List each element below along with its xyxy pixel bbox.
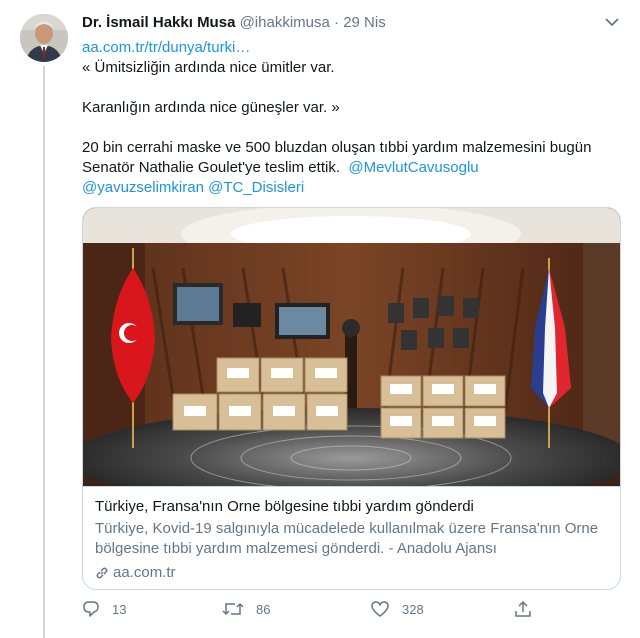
card-domain: aa.com.tr [113, 564, 176, 581]
link-card[interactable]: Türkiye, Fransa'nın Orne bölgesine tıbbi… [82, 207, 621, 590]
author-handle[interactable]: @ihakkimusa [240, 14, 330, 31]
like-icon [371, 601, 389, 617]
tweet-date[interactable]: 29 Nis [343, 14, 386, 31]
card-title: Türkiye, Fransa'nın Orne bölgesine tıbbi… [95, 498, 474, 515]
retweet-button[interactable]: 86 [222, 600, 270, 618]
like-count: 328 [402, 601, 424, 617]
share-button[interactable] [514, 600, 544, 618]
reply-count: 13 [112, 601, 127, 617]
mention-yavuzselimkiran[interactable]: @yavuzselimkiran [82, 179, 204, 196]
mention-tc-disisleri[interactable]: @TC_Disisleri [208, 179, 304, 196]
tweet-line-2: Karanlığın ardında nice güneşler var. » [82, 99, 340, 116]
card-image [83, 208, 620, 508]
separator-dot: · [334, 14, 340, 31]
tweet-actions: 13 86 328 [82, 600, 542, 628]
tweet-header: Dr. İsmail Hakkı Musa @ihakkimusa · 29 N… [82, 14, 620, 36]
tweet-line-3: 20 bin cerrahi maske ve 500 bluzdan oluş… [82, 139, 592, 156]
like-button[interactable]: 328 [370, 600, 424, 618]
share-icon [515, 600, 531, 617]
mention-mevlutcavusoglu[interactable]: @MevlutCavusoglu [348, 159, 478, 176]
avatar[interactable] [20, 14, 68, 62]
avatar-photo [20, 14, 68, 62]
chevron-down-icon[interactable] [602, 12, 622, 32]
link-icon [96, 567, 108, 579]
card-domain-row: aa.com.tr [95, 563, 608, 583]
tweet-link[interactable]: aa.com.tr/tr/dunya/turki… [82, 39, 250, 56]
retweet-count: 86 [256, 601, 271, 617]
card-text: Türkiye, Fransa'nın Orne bölgesine tıbbi… [83, 486, 620, 589]
tweet-line-1: « Ümitsizliğin ardında nice ümitler var. [82, 59, 335, 76]
retweet-icon [222, 602, 244, 616]
reply-button[interactable]: 13 [82, 600, 126, 618]
reply-icon [83, 601, 99, 617]
tweet-text: aa.com.tr/tr/dunya/turki… « Ümitsizliğin… [82, 38, 622, 198]
thread-line [43, 66, 45, 638]
card-description: Türkiye, Kovid-19 salgınıyla mücadelede … [95, 520, 599, 557]
author-name[interactable]: Dr. İsmail Hakkı Musa [82, 14, 235, 31]
tweet-line-4: Senatör Nathalie Goulet'ye teslim ettik. [82, 159, 340, 176]
